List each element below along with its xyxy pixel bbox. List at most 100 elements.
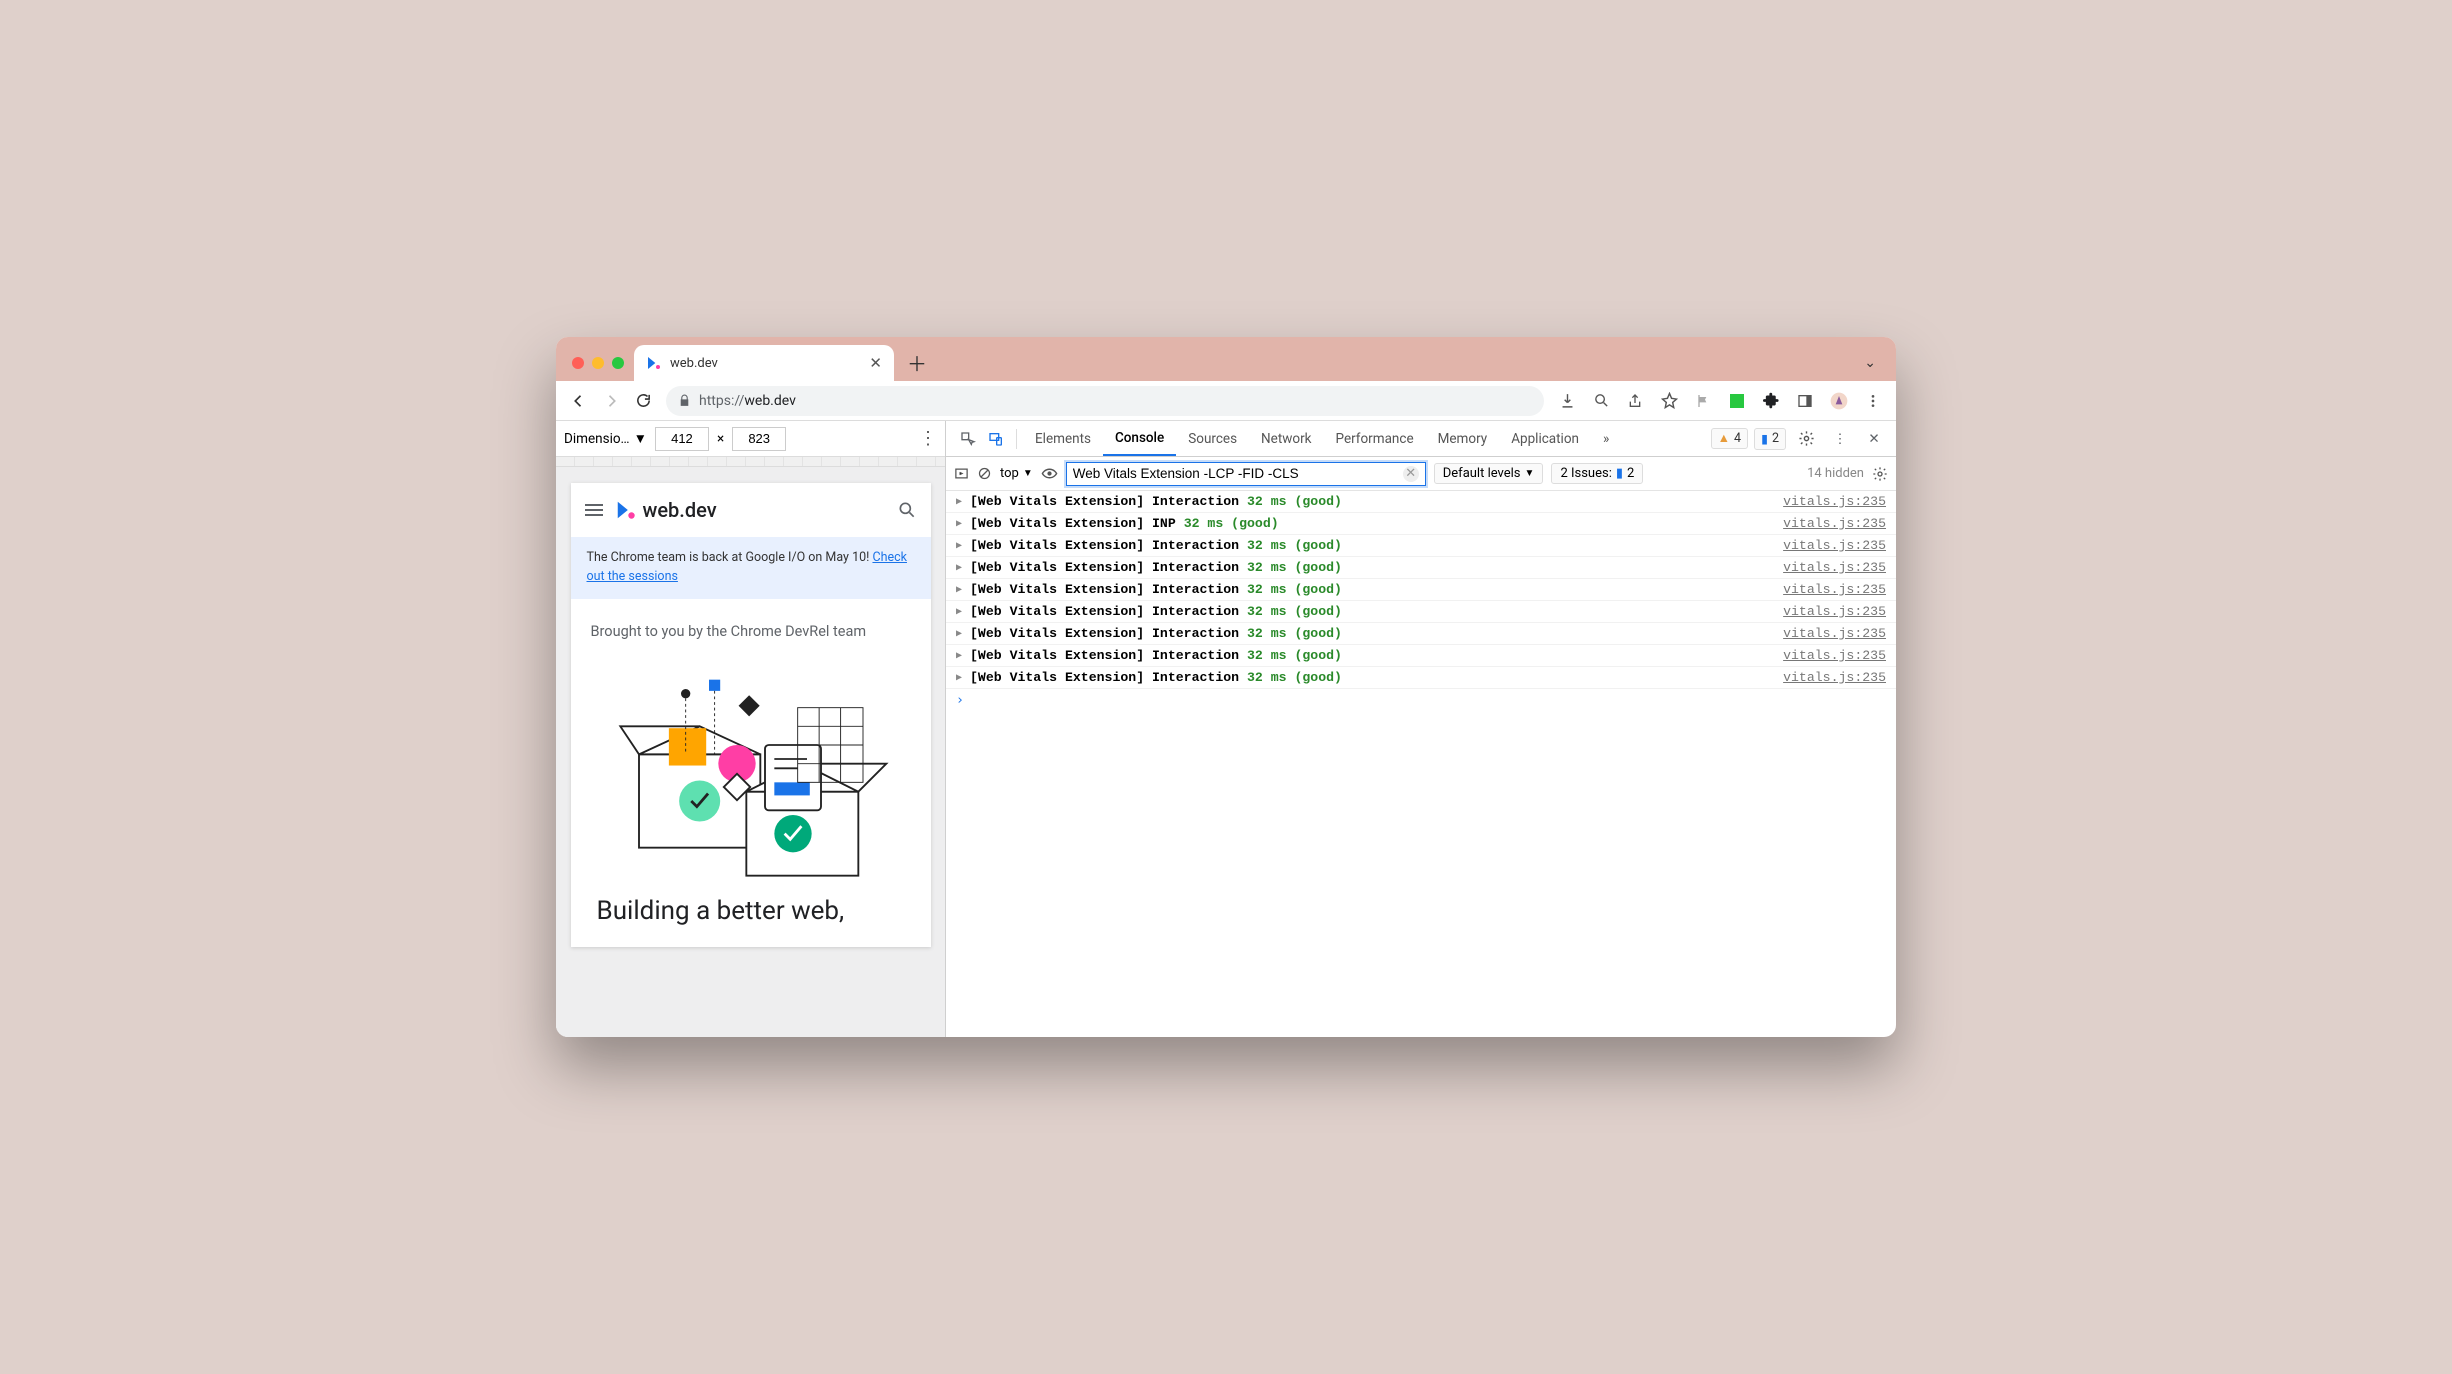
- chevron-down-icon: ▼: [634, 431, 647, 447]
- issues-button[interactable]: 2 Issues: ▮ 2: [1551, 463, 1643, 484]
- console-filter-input[interactable]: ✕: [1066, 462, 1426, 486]
- warnings-badge[interactable]: ▲ 4: [1711, 428, 1748, 449]
- forward-button[interactable]: [596, 386, 626, 416]
- devtools-close-icon[interactable]: ✕: [1860, 425, 1888, 453]
- width-input[interactable]: [655, 427, 709, 451]
- log-source-link[interactable]: vitals.js:235: [1783, 494, 1886, 509]
- log-source-link[interactable]: vitals.js:235: [1783, 670, 1886, 685]
- back-button[interactable]: [564, 386, 594, 416]
- expand-arrow-icon[interactable]: ▶: [956, 540, 970, 552]
- log-levels-dropdown[interactable]: Default levels ▼: [1434, 463, 1544, 484]
- device-toggle-icon[interactable]: [982, 425, 1010, 453]
- log-source-link[interactable]: vitals.js:235: [1783, 560, 1886, 575]
- devtools-tab-network[interactable]: Network: [1249, 421, 1323, 456]
- share-icon[interactable]: [1620, 386, 1650, 416]
- console-log-row[interactable]: ▶[Web Vitals Extension] Interaction 32 m…: [946, 579, 1896, 601]
- maximize-window[interactable]: [612, 357, 624, 369]
- clear-console-icon[interactable]: [977, 466, 992, 481]
- log-message: [Web Vitals Extension] Interaction 32 ms…: [970, 538, 1783, 553]
- expand-arrow-icon[interactable]: ▶: [956, 628, 970, 640]
- bookmark-icon[interactable]: [1654, 386, 1684, 416]
- log-message: [Web Vitals Extension] Interaction 32 ms…: [970, 670, 1783, 685]
- device-options-icon[interactable]: ⋮: [919, 428, 937, 449]
- log-message: [Web Vitals Extension] Interaction 32 ms…: [970, 626, 1783, 641]
- console-prompt[interactable]: ›: [946, 689, 1896, 712]
- console-sidebar-toggle-icon[interactable]: [954, 466, 969, 481]
- console-log-row[interactable]: ▶[Web Vitals Extension] Interaction 32 m…: [946, 623, 1896, 645]
- flag-icon[interactable]: [1688, 386, 1718, 416]
- expand-arrow-icon[interactable]: ▶: [956, 606, 970, 618]
- rendered-page: web.dev The Chrome team is back at Googl…: [571, 483, 931, 947]
- zoom-icon[interactable]: [1586, 386, 1616, 416]
- downloads-icon[interactable]: [1552, 386, 1582, 416]
- context-label: top: [1000, 466, 1019, 481]
- close-window[interactable]: [572, 357, 584, 369]
- expand-arrow-icon[interactable]: ▶: [956, 650, 970, 662]
- extensions-icon[interactable]: [1756, 386, 1786, 416]
- expand-arrow-icon[interactable]: ▶: [956, 672, 970, 684]
- console-settings-icon[interactable]: [1872, 466, 1888, 482]
- window-controls: [566, 357, 634, 381]
- browser-menu-icon[interactable]: [1858, 386, 1888, 416]
- devtools-tab-console[interactable]: Console: [1103, 421, 1176, 456]
- dimension-separator: ×: [717, 431, 724, 447]
- log-message: [Web Vitals Extension] Interaction 32 ms…: [970, 560, 1783, 575]
- hero-illustration: [611, 658, 891, 888]
- browser-tab[interactable]: web.dev ✕: [634, 345, 894, 381]
- devtools-tab-elements[interactable]: Elements: [1023, 421, 1103, 456]
- warning-icon: ▲: [1718, 431, 1730, 446]
- log-source-link[interactable]: vitals.js:235: [1783, 626, 1886, 641]
- devtools-tab-performance[interactable]: Performance: [1324, 421, 1426, 456]
- expand-arrow-icon[interactable]: ▶: [956, 562, 970, 574]
- console-log-row[interactable]: ▶[Web Vitals Extension] Interaction 32 m…: [946, 491, 1896, 513]
- new-tab-button[interactable]: ＋: [902, 347, 932, 377]
- devtools-more-icon[interactable]: ⋮: [1826, 425, 1854, 453]
- console-log-row[interactable]: ▶[Web Vitals Extension] Interaction 32 m…: [946, 667, 1896, 689]
- expand-arrow-icon[interactable]: ▶: [956, 518, 970, 530]
- device-viewport: web.dev The Chrome team is back at Googl…: [556, 467, 945, 1037]
- devtools-tab-memory[interactable]: Memory: [1426, 421, 1500, 456]
- devtools-settings-icon[interactable]: [1792, 425, 1820, 453]
- log-message: [Web Vitals Extension] Interaction 32 ms…: [970, 494, 1783, 509]
- context-selector[interactable]: top ▼: [1000, 466, 1033, 481]
- expand-arrow-icon[interactable]: ▶: [956, 496, 970, 508]
- inspect-element-icon[interactable]: [954, 425, 982, 453]
- reload-button[interactable]: [628, 386, 658, 416]
- filter-text-input[interactable]: [1073, 466, 1397, 481]
- sidepanel-icon[interactable]: [1790, 386, 1820, 416]
- console-log-row[interactable]: ▶[Web Vitals Extension] Interaction 32 m…: [946, 535, 1896, 557]
- extension-webvitals-icon[interactable]: [1722, 386, 1752, 416]
- height-input[interactable]: [732, 427, 786, 451]
- log-source-link[interactable]: vitals.js:235: [1783, 648, 1886, 663]
- log-source-link[interactable]: vitals.js:235: [1783, 516, 1886, 531]
- messages-badge[interactable]: ▮ 2: [1754, 428, 1786, 450]
- console-log-row[interactable]: ▶[Web Vitals Extension] INP 32 ms (good)…: [946, 513, 1896, 535]
- console-log-row[interactable]: ▶[Web Vitals Extension] Interaction 32 m…: [946, 601, 1896, 623]
- search-icon[interactable]: [897, 500, 917, 520]
- site-logo[interactable]: web.dev: [615, 498, 717, 522]
- log-source-link[interactable]: vitals.js:235: [1783, 582, 1886, 597]
- console-log-row[interactable]: ▶[Web Vitals Extension] Interaction 32 m…: [946, 557, 1896, 579]
- profile-avatar[interactable]: [1824, 386, 1854, 416]
- banner-text: The Chrome team is back at Google I/O on…: [587, 550, 873, 565]
- log-source-link[interactable]: vitals.js:235: [1783, 538, 1886, 553]
- menu-icon[interactable]: [585, 504, 603, 516]
- tabs-overflow-icon[interactable]: ⌄: [1864, 355, 1876, 371]
- site-name: web.dev: [643, 498, 717, 522]
- hidden-count-label: 14 hidden: [1807, 466, 1864, 481]
- close-tab-icon[interactable]: ✕: [869, 354, 882, 372]
- clear-filter-icon[interactable]: ✕: [1403, 466, 1419, 482]
- devtools-tab-sources[interactable]: Sources: [1176, 421, 1249, 456]
- dimensions-dropdown[interactable]: Dimensio… ▼: [564, 431, 647, 447]
- more-tabs-button[interactable]: »: [1591, 421, 1621, 456]
- browser-window: web.dev ✕ ＋ ⌄ https://web.dev: [556, 337, 1896, 1037]
- minimize-window[interactable]: [592, 357, 604, 369]
- toolbar-actions: [1552, 386, 1888, 416]
- live-expression-icon[interactable]: [1041, 465, 1058, 482]
- ruler: [556, 457, 945, 467]
- console-log-row[interactable]: ▶[Web Vitals Extension] Interaction 32 m…: [946, 645, 1896, 667]
- log-source-link[interactable]: vitals.js:235: [1783, 604, 1886, 619]
- address-bar[interactable]: https://web.dev: [666, 386, 1544, 416]
- expand-arrow-icon[interactable]: ▶: [956, 584, 970, 596]
- devtools-tab-application[interactable]: Application: [1499, 421, 1591, 456]
